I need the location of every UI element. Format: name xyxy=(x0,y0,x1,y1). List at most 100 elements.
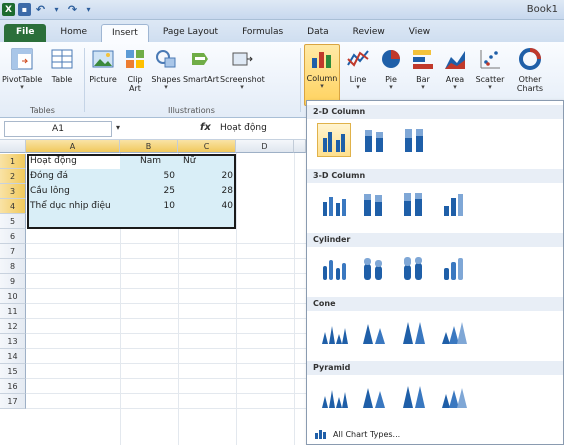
select-all-corner[interactable] xyxy=(0,140,26,153)
3d-cylinder-option[interactable] xyxy=(437,251,471,285)
row-header[interactable]: 6 xyxy=(0,229,26,244)
3d-percent-stacked-column-option[interactable] xyxy=(397,187,431,221)
tab-review[interactable]: Review xyxy=(343,24,395,42)
chevron-down-icon[interactable]: ▾ xyxy=(50,3,63,16)
grid-line xyxy=(236,153,237,445)
clustered-pyramid-option[interactable] xyxy=(317,379,351,413)
row-header[interactable]: 2 xyxy=(0,169,26,184)
tab-view[interactable]: View xyxy=(399,24,440,42)
clustered-column-option[interactable] xyxy=(317,123,351,157)
row-header[interactable]: 16 xyxy=(0,379,26,394)
column-chart-icon xyxy=(309,45,335,71)
bar-chart-button[interactable]: Bar ▾ xyxy=(408,46,438,91)
gallery-section-cylinder: Cylinder xyxy=(307,233,563,247)
percent-stacked-column-option[interactable] xyxy=(397,123,431,157)
smartart-button[interactable]: SmartArt xyxy=(182,46,220,84)
3d-pyramid-icon xyxy=(442,388,467,408)
all-chart-types-link[interactable]: All Chart Types... xyxy=(315,429,400,439)
area-chart-button[interactable]: Area ▾ xyxy=(440,46,470,91)
column-chart-button[interactable]: Column ▾ xyxy=(304,44,340,106)
column-header-a[interactable]: A xyxy=(26,140,120,153)
screenshot-button[interactable]: Screenshot ▾ xyxy=(220,46,265,91)
row-header[interactable]: 8 xyxy=(0,259,26,274)
row-header[interactable]: 14 xyxy=(0,349,26,364)
row-header[interactable]: 3 xyxy=(0,184,26,199)
stacked-cone-icon xyxy=(363,324,385,344)
stacked-column-option[interactable] xyxy=(357,123,391,157)
insert-function-icon[interactable]: fx xyxy=(200,122,211,133)
row-header[interactable]: 15 xyxy=(0,364,26,379)
percent-stacked-pyramid-option[interactable] xyxy=(397,379,431,413)
row-header[interactable]: 12 xyxy=(0,319,26,334)
chevron-down-icon: ▾ xyxy=(20,83,24,91)
column-header-e[interactable] xyxy=(294,140,306,153)
grid-line xyxy=(26,288,306,289)
row-header[interactable]: 9 xyxy=(0,274,26,289)
grid-line xyxy=(26,378,306,379)
save-icon[interactable]: ▪ xyxy=(18,3,31,16)
pie-chart-button[interactable]: Pie ▾ xyxy=(376,46,406,91)
row-header[interactable]: 10 xyxy=(0,289,26,304)
excel-logo-icon: X xyxy=(2,3,15,16)
grid-line xyxy=(26,273,306,274)
pivottable-button[interactable]: PivotTable ▾ xyxy=(2,46,42,91)
group-label-tables: Tables xyxy=(30,106,55,115)
undo-icon[interactable]: ↶ xyxy=(34,3,47,16)
column-header-b[interactable]: B xyxy=(120,140,178,153)
customize-qat-icon[interactable]: ▾ xyxy=(82,3,95,16)
group-label-illustrations: Illustrations xyxy=(168,106,215,115)
row-header[interactable]: 17 xyxy=(0,394,26,409)
3d-cone-option[interactable] xyxy=(437,315,471,349)
3d-stacked-column-option[interactable] xyxy=(357,187,391,221)
redo-icon[interactable]: ↷ xyxy=(66,3,79,16)
3d-pyramid-option[interactable] xyxy=(437,379,471,413)
clipart-button[interactable]: Clip Art xyxy=(120,46,150,93)
tab-data[interactable]: Data xyxy=(297,24,339,42)
row-header[interactable]: 7 xyxy=(0,244,26,259)
clustered-cylinder-option[interactable] xyxy=(317,251,351,285)
tab-page-layout[interactable]: Page Layout xyxy=(153,24,228,42)
grid-line xyxy=(26,318,306,319)
chevron-down-icon[interactable]: ▾ xyxy=(116,123,120,132)
name-box[interactable]: A1 xyxy=(4,121,112,137)
chevron-down-icon: ▾ xyxy=(389,83,393,91)
clustered-cone-option[interactable] xyxy=(317,315,351,349)
tab-insert[interactable]: Insert xyxy=(101,24,149,42)
stacked-pyramid-icon xyxy=(363,388,385,408)
scatter-chart-button[interactable]: Scatter ▾ xyxy=(472,46,508,91)
other-charts-button[interactable]: Other Charts xyxy=(510,46,550,93)
stacked-cone-option[interactable] xyxy=(357,315,391,349)
picture-button[interactable]: Picture xyxy=(86,46,120,84)
percent-stacked-pyramid-icon xyxy=(403,386,425,408)
row-header[interactable]: 5 xyxy=(0,214,26,229)
formula-input[interactable]: Hoạt động xyxy=(220,123,267,133)
line-chart-button[interactable]: Line ▾ xyxy=(342,46,374,91)
column-header-d[interactable]: D xyxy=(236,140,294,153)
row-header[interactable]: 1 xyxy=(0,154,26,169)
grid-line xyxy=(26,258,306,259)
table-button[interactable]: Table xyxy=(42,46,82,84)
percent-stacked-cylinder-option[interactable] xyxy=(397,251,431,285)
3d-clustered-column-option[interactable] xyxy=(317,187,351,221)
shapes-button[interactable]: Shapes ▾ xyxy=(150,46,182,91)
tab-formulas[interactable]: Formulas xyxy=(232,24,293,42)
line-chart-icon xyxy=(345,46,371,72)
row-header[interactable]: 4 xyxy=(0,199,26,214)
grid-line xyxy=(26,243,306,244)
tab-file[interactable]: File xyxy=(4,24,47,42)
stacked-cylinder-option[interactable] xyxy=(357,251,391,285)
group-divider xyxy=(300,48,301,112)
stacked-pyramid-option[interactable] xyxy=(357,379,391,413)
gallery-section-3d-column: 3-D Column xyxy=(307,169,563,183)
group-divider xyxy=(84,48,85,112)
row-header[interactable]: 13 xyxy=(0,334,26,349)
column-header-c[interactable]: C xyxy=(178,140,236,153)
row-header[interactable]: 11 xyxy=(0,304,26,319)
tab-home[interactable]: Home xyxy=(50,24,97,42)
3d-stacked-column-icon xyxy=(364,194,382,216)
3d-column-option[interactable] xyxy=(437,187,471,221)
selection-border xyxy=(27,154,236,229)
percent-stacked-cone-option[interactable] xyxy=(397,315,431,349)
chevron-down-icon: ▾ xyxy=(320,82,324,90)
chevron-down-icon: ▾ xyxy=(453,83,457,91)
